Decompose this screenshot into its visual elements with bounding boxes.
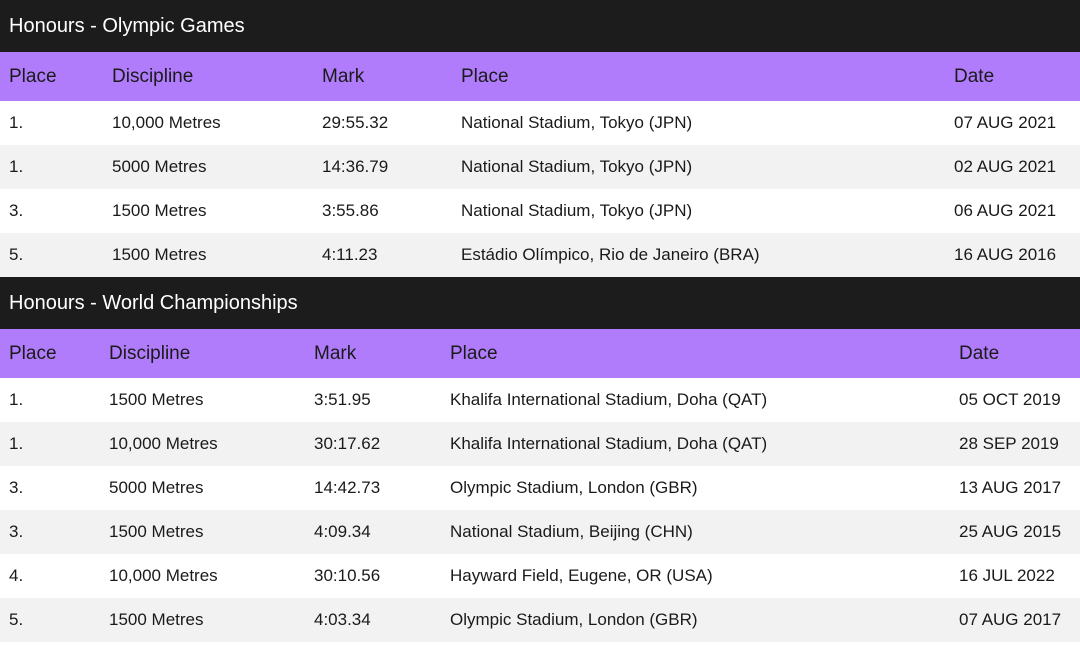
- cell-place: 1.: [9, 434, 24, 453]
- world-championships-section: Honours - World Championships Place Disc…: [0, 277, 1080, 642]
- table-row: 3. 1500 Metres 4:09.34 National Stadium,…: [0, 510, 1080, 554]
- cell-date: 05 OCT 2019: [959, 390, 1061, 409]
- cell-place: 4.: [9, 566, 24, 585]
- cell-discipline: 10,000 Metres: [112, 113, 221, 132]
- olympic-honours-table: Place Discipline Mark Place Date 1. 10,0…: [0, 52, 1080, 277]
- column-header-mark: Mark: [322, 65, 365, 87]
- column-header-place: Place: [9, 65, 57, 87]
- cell-venue: National Stadium, Tokyo (JPN): [461, 201, 693, 220]
- table-header-row: Place Discipline Mark Place Date: [0, 329, 1080, 378]
- cell-date: 06 AUG 2021: [954, 201, 1057, 220]
- cell-place: 5.: [9, 610, 24, 629]
- cell-venue: National Stadium, Beijing (CHN): [450, 522, 693, 541]
- cell-place: 1.: [9, 390, 24, 409]
- cell-mark: 4:09.34: [314, 522, 371, 541]
- column-header-place: Place: [9, 342, 57, 364]
- cell-date: 16 AUG 2016: [954, 245, 1057, 264]
- table-row: 1. 10,000 Metres 30:17.62 Khalifa Intern…: [0, 422, 1080, 466]
- cell-discipline: 1500 Metres: [109, 610, 204, 629]
- cell-date: 28 SEP 2019: [959, 434, 1059, 453]
- cell-discipline: 1500 Metres: [112, 201, 207, 220]
- column-header-date: Date: [959, 342, 1000, 364]
- olympic-section-title: Honours - Olympic Games: [0, 0, 1080, 52]
- cell-discipline: 1500 Metres: [109, 390, 204, 409]
- cell-mark: 30:10.56: [314, 566, 381, 585]
- cell-discipline: 10,000 Metres: [109, 434, 218, 453]
- cell-venue: National Stadium, Tokyo (JPN): [461, 113, 693, 132]
- cell-place: 5.: [9, 245, 24, 264]
- table-row: 1. 5000 Metres 14:36.79 National Stadium…: [0, 145, 1080, 189]
- table-row: 4. 10,000 Metres 30:10.56 Hayward Field,…: [0, 554, 1080, 598]
- table-row: 5. 1500 Metres 4:11.23 Estádio Olímpico,…: [0, 233, 1080, 277]
- table-row: 3. 1500 Metres 3:55.86 National Stadium,…: [0, 189, 1080, 233]
- cell-date: 02 AUG 2021: [954, 157, 1057, 176]
- cell-venue: Khalifa International Stadium, Doha (QAT…: [450, 434, 768, 453]
- cell-mark: 3:55.86: [322, 201, 379, 220]
- cell-mark: 30:17.62: [314, 434, 381, 453]
- cell-venue: National Stadium, Tokyo (JPN): [461, 157, 693, 176]
- world-championships-honours-table: Place Discipline Mark Place Date 1. 1500…: [0, 329, 1080, 642]
- cell-date: 13 AUG 2017: [959, 478, 1062, 497]
- cell-venue: Olympic Stadium, London (GBR): [450, 478, 698, 497]
- cell-venue: Khalifa International Stadium, Doha (QAT…: [450, 390, 768, 409]
- cell-place: 1.: [9, 157, 24, 176]
- table-row: 1. 10,000 Metres 29:55.32 National Stadi…: [0, 101, 1080, 145]
- cell-discipline: 5000 Metres: [109, 478, 204, 497]
- column-header-discipline: Discipline: [112, 65, 194, 87]
- cell-mark: 14:36.79: [322, 157, 389, 176]
- table-header-row: Place Discipline Mark Place Date: [0, 52, 1080, 101]
- cell-date: 07 AUG 2017: [959, 610, 1062, 629]
- cell-mark: 3:51.95: [314, 390, 371, 409]
- cell-place: 3.: [9, 522, 24, 541]
- column-header-date: Date: [954, 65, 995, 87]
- cell-date: 16 JUL 2022: [959, 566, 1055, 585]
- cell-mark: 29:55.32: [322, 113, 389, 132]
- column-header-venue: Place: [450, 342, 498, 364]
- olympic-section: Honours - Olympic Games Place Discipline…: [0, 0, 1080, 277]
- column-header-mark: Mark: [314, 342, 357, 364]
- cell-place: 1.: [9, 113, 24, 132]
- cell-venue: Estádio Olímpico, Rio de Janeiro (BRA): [461, 245, 760, 264]
- cell-date: 07 AUG 2021: [954, 113, 1057, 132]
- cell-place: 3.: [9, 201, 24, 220]
- cell-mark: 14:42.73: [314, 478, 381, 497]
- cell-venue: Hayward Field, Eugene, OR (USA): [450, 566, 713, 585]
- table-row: 3. 5000 Metres 14:42.73 Olympic Stadium,…: [0, 466, 1080, 510]
- table-row: 1. 1500 Metres 3:51.95 Khalifa Internati…: [0, 378, 1080, 422]
- cell-mark: 4:03.34: [314, 610, 371, 629]
- cell-venue: Olympic Stadium, London (GBR): [450, 610, 698, 629]
- cell-discipline: 5000 Metres: [112, 157, 207, 176]
- column-header-venue: Place: [461, 65, 509, 87]
- world-section-title: Honours - World Championships: [0, 277, 1080, 329]
- cell-discipline: 1500 Metres: [109, 522, 204, 541]
- cell-date: 25 AUG 2015: [959, 522, 1062, 541]
- cell-discipline: 1500 Metres: [112, 245, 207, 264]
- column-header-discipline: Discipline: [109, 342, 191, 364]
- cell-discipline: 10,000 Metres: [109, 566, 218, 585]
- cell-mark: 4:11.23: [322, 245, 378, 264]
- table-row: 5. 1500 Metres 4:03.34 Olympic Stadium, …: [0, 598, 1080, 642]
- cell-place: 3.: [9, 478, 24, 497]
